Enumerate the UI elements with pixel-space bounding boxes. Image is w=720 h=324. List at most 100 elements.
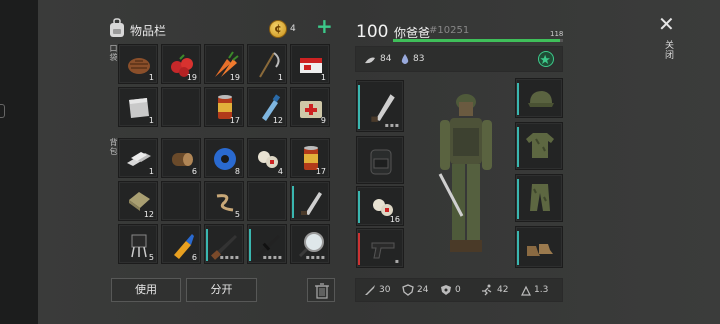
inventory-slot[interactable]: ▪▪▪▪ (247, 224, 287, 264)
machete-icon (301, 192, 322, 215)
item-count: 6 (191, 253, 197, 262)
coin-icon: ¢ (269, 20, 287, 38)
durability-bar (517, 127, 519, 167)
xp-bar-fill (393, 39, 560, 42)
inventory-slot[interactable]: 12 (247, 87, 287, 127)
durability-dots: ▪ (394, 258, 400, 265)
durability-bar (358, 85, 360, 129)
inventory-slot-empty[interactable] (161, 87, 201, 127)
item-count: 8 (234, 167, 240, 176)
legs-slot[interactable] (515, 174, 563, 222)
achievement-button[interactable] (538, 51, 554, 67)
inventory-slot[interactable]: 1 (247, 44, 287, 84)
tactical-backpack-icon (370, 149, 392, 175)
weight-icon (521, 285, 531, 296)
inventory-slot[interactable]: ▪▪▪▪ (204, 224, 244, 264)
speed-value: 42 (497, 285, 509, 295)
sidearm-slot[interactable]: ▪ (356, 228, 404, 268)
boots-icon (527, 244, 553, 256)
split-button[interactable]: 分开 (186, 278, 257, 302)
defense-value: 24 (417, 285, 429, 295)
durability-dots: ▪▪▪▪ (305, 254, 326, 261)
item-count: 9 (320, 116, 326, 125)
screen-edge (0, 0, 38, 324)
cap-icon (528, 91, 554, 107)
item-count: 4 (277, 167, 283, 176)
xp-bar (393, 39, 563, 42)
inventory-slot[interactable]: 1 (118, 44, 158, 84)
needs-panel: 84 83 (355, 46, 563, 72)
inventory-slot[interactable] (290, 181, 330, 221)
durability-bar (517, 231, 519, 265)
water-drop-icon (401, 54, 409, 64)
durability-bar (206, 229, 208, 261)
radiation-shield-icon (441, 285, 451, 295)
head-slot[interactable] (515, 78, 563, 118)
item-count: 12 (143, 210, 154, 219)
inventory-slot[interactable]: ▪▪▪▪ (290, 224, 330, 264)
inventory-slot[interactable]: 19 (161, 44, 201, 84)
item-count: 12 (272, 116, 283, 125)
stats-bar: 30 24 0 42 1.3 (355, 278, 563, 302)
durability-dots: ▪▪▪▪ (219, 254, 240, 261)
inventory-slot[interactable]: 8 (204, 138, 244, 178)
trash-button[interactable] (307, 278, 335, 302)
trash-icon (315, 283, 329, 299)
close-button[interactable]: ✕ (658, 14, 675, 34)
inventory-slot[interactable]: 6 (161, 224, 201, 264)
inventory-slot[interactable]: 5 (204, 181, 244, 221)
inventory-slot-empty[interactable] (247, 181, 287, 221)
backpack-icon (110, 18, 124, 37)
weight-value: 1.3 (534, 285, 549, 295)
player-level: 118 (550, 30, 564, 38)
player-id: #10251 (429, 25, 470, 36)
machete-icon (371, 94, 395, 122)
body-slot[interactable] (515, 122, 563, 170)
item-count: 17 (229, 116, 240, 125)
item-count: 1 (148, 167, 154, 176)
item-count: 1 (320, 73, 326, 82)
inventory-panel: 物品栏 ¢ 4 + 口袋 背包 1 19 19 1 1 1 17 12 9 1 … (38, 0, 720, 324)
water-value: 83 (413, 54, 425, 64)
inventory-slot[interactable]: 1 (290, 44, 330, 84)
quick-slot[interactable]: 16 (356, 186, 404, 226)
food-value: 84 (380, 54, 392, 64)
inventory-slot[interactable]: 19 (204, 44, 244, 84)
durability-bar (249, 229, 251, 261)
add-coins-button[interactable]: + (316, 16, 333, 36)
weapon-slot[interactable]: ▪▪▪ (356, 80, 404, 132)
inventory-slot[interactable]: 4 (247, 138, 287, 178)
item-count: 1 (277, 73, 283, 82)
durability-dots: ▪▪▪ (384, 122, 400, 129)
item-count: 16 (389, 215, 400, 224)
durability-bar (358, 191, 360, 223)
item-count: 19 (186, 73, 197, 82)
inventory-slot[interactable]: 1 (118, 87, 158, 127)
durability-bar-low (358, 233, 360, 265)
item-count: 19 (229, 73, 240, 82)
coin-count: 4 (290, 24, 296, 34)
inventory-slot[interactable]: 5 (118, 224, 158, 264)
backpack-slot[interactable] (356, 136, 404, 184)
feet-slot[interactable] (515, 226, 563, 268)
inventory-slot[interactable]: 17 (290, 138, 330, 178)
inventory-slot[interactable]: 12 (118, 181, 158, 221)
inventory-slot[interactable]: 17 (204, 87, 244, 127)
radiation-value: 0 (455, 285, 461, 295)
item-count: 17 (315, 167, 326, 176)
inventory-slot[interactable]: 1 (118, 138, 158, 178)
inventory-slot-empty[interactable] (161, 181, 201, 221)
item-count: 5 (148, 253, 154, 262)
health-value: 100 (356, 22, 389, 42)
attack-value: 30 (379, 285, 391, 295)
inventory-title: 物品栏 (130, 24, 167, 38)
character-model (438, 94, 492, 252)
speed-icon (482, 284, 492, 296)
durability-bar (517, 179, 519, 219)
item-count: 6 (191, 167, 197, 176)
inventory-slot[interactable]: 6 (161, 138, 201, 178)
attack-icon (365, 285, 375, 295)
use-button[interactable]: 使用 (111, 278, 181, 302)
item-count: 5 (234, 210, 240, 219)
inventory-slot[interactable]: 9 (290, 87, 330, 127)
